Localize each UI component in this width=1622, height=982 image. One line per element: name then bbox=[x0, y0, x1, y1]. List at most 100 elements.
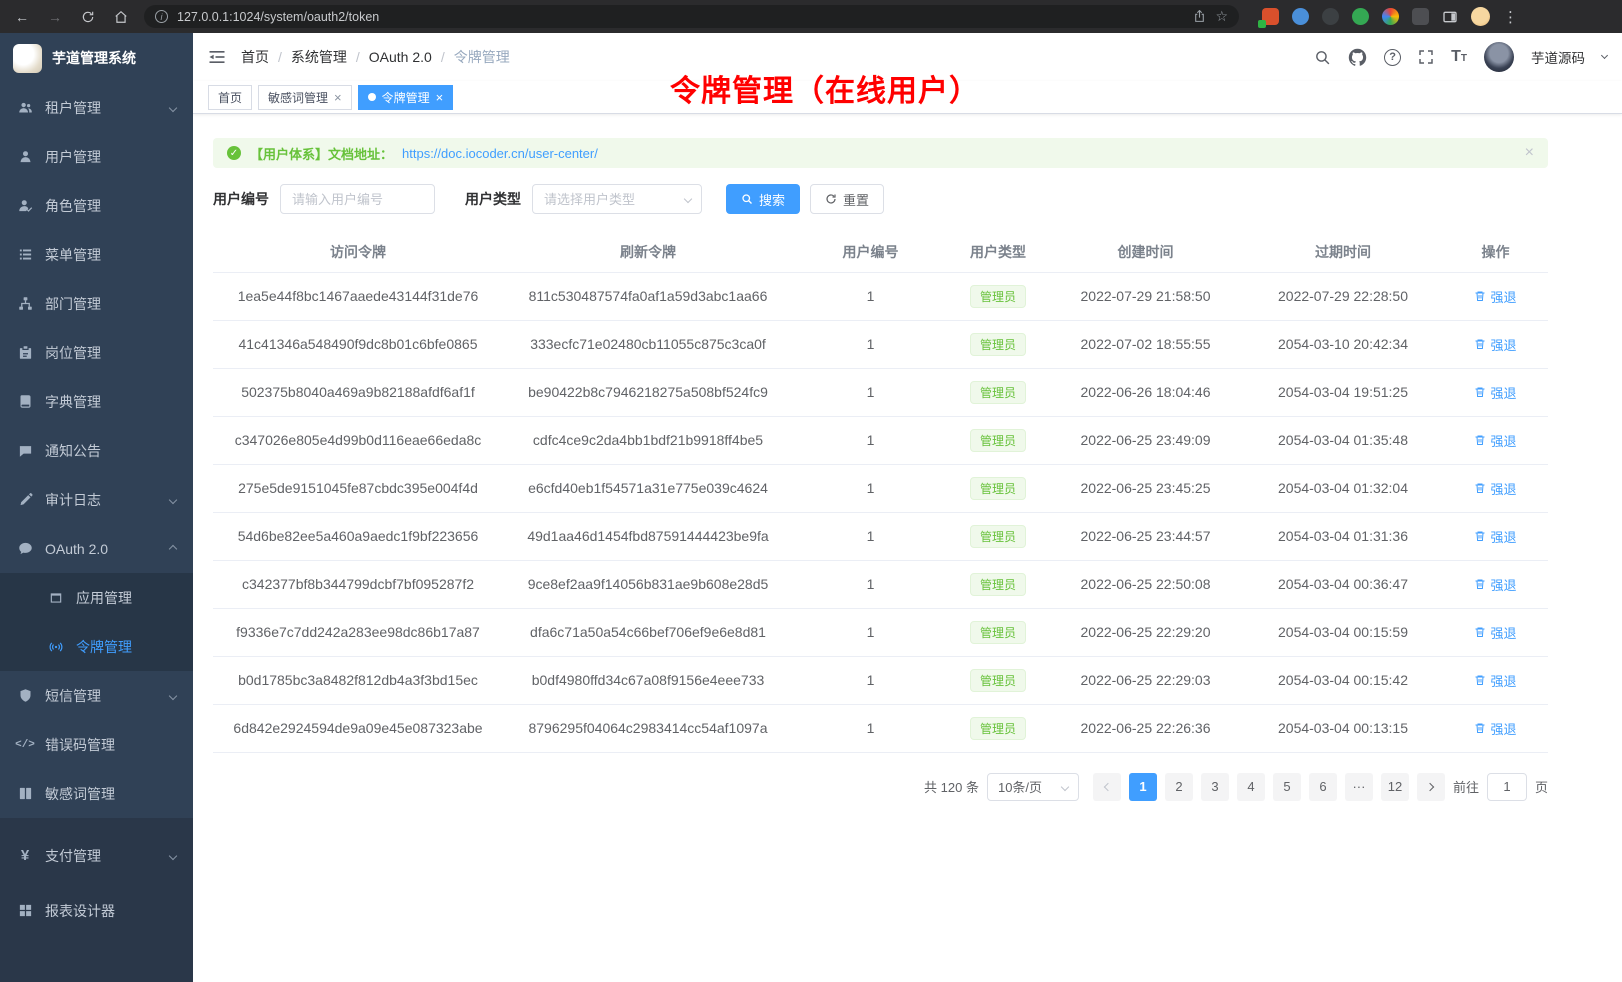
force-logout-button[interactable]: 强退 bbox=[1474, 671, 1516, 690]
action-cell: 强退 bbox=[1443, 272, 1548, 320]
expire-time-cell: 2054-03-04 01:35:48 bbox=[1243, 416, 1443, 464]
search-button-label: 搜索 bbox=[759, 190, 785, 209]
alert-close-icon[interactable]: × bbox=[1525, 145, 1534, 161]
back-icon[interactable]: ← bbox=[12, 9, 32, 25]
page-button[interactable]: 4 bbox=[1237, 773, 1265, 801]
sidebar: 芋道管理系统 租户管理 用户管理 角色管理 菜单管理 部门管理 bbox=[0, 33, 193, 982]
sidebar-item-user[interactable]: 用户管理 bbox=[0, 132, 193, 181]
user-type-select-input[interactable] bbox=[532, 184, 702, 214]
extension-icon-red[interactable] bbox=[1262, 8, 1279, 25]
breadcrumb-system[interactable]: 系统管理 bbox=[291, 47, 347, 67]
extension-icon-dark[interactable] bbox=[1322, 8, 1339, 25]
force-logout-button[interactable]: 强退 bbox=[1474, 335, 1516, 354]
side-panel-icon[interactable] bbox=[1442, 9, 1458, 25]
page-button[interactable]: 6 bbox=[1309, 773, 1337, 801]
forward-icon[interactable]: → bbox=[45, 9, 65, 25]
org-tree-icon bbox=[17, 296, 33, 311]
col-access-token: 访问令牌 bbox=[213, 232, 503, 272]
user-type-cell: 管理员 bbox=[948, 704, 1048, 752]
search-button[interactable]: 搜索 bbox=[726, 184, 800, 214]
force-logout-button[interactable]: 强退 bbox=[1474, 527, 1516, 546]
extension-icon-multicolor[interactable] bbox=[1382, 8, 1399, 25]
sidebar-item-oauth-token[interactable]: 令牌管理 bbox=[0, 622, 193, 671]
sidebar-item-oauth[interactable]: OAuth 2.0 bbox=[0, 524, 193, 573]
force-logout-button[interactable]: 强退 bbox=[1474, 623, 1516, 642]
browser-menu-icon[interactable]: ⋮ bbox=[1503, 8, 1518, 26]
sidebar-item-role[interactable]: 角色管理 bbox=[0, 181, 193, 230]
access-token-cell: 41c41346a548490f9dc8b01c6bfe0865 bbox=[213, 320, 503, 368]
user-id-input[interactable] bbox=[280, 184, 435, 214]
sidebar-item-sensitive-word[interactable]: 敏感词管理 bbox=[0, 769, 193, 818]
sidebar-item-oauth-app[interactable]: 应用管理 bbox=[0, 573, 193, 622]
extension-icon-green[interactable] bbox=[1352, 8, 1369, 25]
success-check-icon: ✓ bbox=[227, 146, 241, 160]
doc-link[interactable]: https://doc.iocoder.cn/user-center/ bbox=[402, 146, 598, 161]
page-size-value[interactable]: 10条/页 bbox=[987, 773, 1079, 801]
user-type-select[interactable] bbox=[532, 184, 702, 214]
sidebar-item-notice[interactable]: 通知公告 bbox=[0, 426, 193, 475]
site-info-icon[interactable]: i bbox=[155, 10, 168, 23]
search-icon[interactable] bbox=[1314, 49, 1331, 66]
main-area: 首页 / 系统管理 / OAuth 2.0 / 令牌管理 ? TT bbox=[193, 33, 1622, 982]
sidebar-item-dict[interactable]: 字典管理 bbox=[0, 377, 193, 426]
page-button[interactable]: 12 bbox=[1381, 773, 1409, 801]
force-logout-button[interactable]: 强退 bbox=[1474, 383, 1516, 402]
force-logout-button[interactable]: 强退 bbox=[1474, 287, 1516, 306]
user-avatar[interactable] bbox=[1484, 42, 1514, 72]
close-icon[interactable]: × bbox=[436, 91, 444, 104]
refresh-token-cell: be90422b8c7946218275a508bf524fc9 bbox=[503, 368, 793, 416]
sidebar-item-report-designer[interactable]: 报表设计器 bbox=[0, 883, 193, 938]
force-logout-button[interactable]: 强退 bbox=[1474, 719, 1516, 738]
reload-icon[interactable] bbox=[78, 10, 98, 24]
tab-sensitive-word[interactable]: 敏感词管理 × bbox=[258, 85, 352, 110]
sidebar-item-tenant[interactable]: 租户管理 bbox=[0, 83, 193, 132]
username-label[interactable]: 芋道源码 bbox=[1531, 47, 1585, 67]
sidebar-toggle-icon[interactable] bbox=[208, 48, 226, 66]
page-button[interactable]: 5 bbox=[1273, 773, 1301, 801]
force-logout-button[interactable]: 强退 bbox=[1474, 479, 1516, 498]
help-icon[interactable]: ? bbox=[1384, 49, 1401, 66]
chevron-down-icon bbox=[169, 495, 177, 503]
col-actions: 操作 bbox=[1443, 232, 1548, 272]
expire-time-cell: 2054-03-04 00:15:42 bbox=[1243, 656, 1443, 704]
extension-icon-gray[interactable] bbox=[1412, 8, 1429, 25]
page-button[interactable]: 3 bbox=[1201, 773, 1229, 801]
action-cell: 强退 bbox=[1443, 464, 1548, 512]
fullscreen-icon[interactable] bbox=[1418, 49, 1434, 65]
close-icon[interactable]: × bbox=[334, 91, 342, 104]
page-button[interactable]: 2 bbox=[1165, 773, 1193, 801]
sidebar-item-post[interactable]: 岗位管理 bbox=[0, 328, 193, 377]
sidebar-item-dept[interactable]: 部门管理 bbox=[0, 279, 193, 328]
sidebar-item-errorcode[interactable]: </> 错误码管理 bbox=[0, 720, 193, 769]
prev-page-button[interactable] bbox=[1093, 773, 1121, 801]
sidebar-item-menu[interactable]: 菜单管理 bbox=[0, 230, 193, 279]
tab-token[interactable]: 令牌管理 × bbox=[358, 85, 454, 110]
browser-profile-avatar[interactable] bbox=[1471, 7, 1490, 26]
extension-icon-blue[interactable] bbox=[1292, 8, 1309, 25]
force-logout-button[interactable]: 强退 bbox=[1474, 431, 1516, 450]
goto-page-input[interactable] bbox=[1487, 773, 1527, 801]
page-button[interactable]: 1 bbox=[1129, 773, 1157, 801]
font-size-icon[interactable]: TT bbox=[1451, 48, 1467, 66]
caret-down-icon[interactable] bbox=[1601, 51, 1608, 58]
app-logo: 芋道管理系统 bbox=[0, 33, 193, 83]
next-page-button[interactable] bbox=[1417, 773, 1445, 801]
more-pages-button[interactable]: ··· bbox=[1345, 773, 1373, 801]
share-icon[interactable] bbox=[1193, 10, 1206, 23]
address-bar[interactable]: i 127.0.0.1:1024/system/oauth2/token ☆ bbox=[144, 5, 1239, 28]
access-token-cell: 54d6be82ee5a460a9aedc1f9bf223656 bbox=[213, 512, 503, 560]
tab-home[interactable]: 首页 bbox=[208, 85, 252, 110]
reset-button[interactable]: 重置 bbox=[810, 184, 884, 214]
sidebar-item-pay[interactable]: ¥ 支付管理 bbox=[0, 828, 193, 883]
sidebar-item-sms[interactable]: 短信管理 bbox=[0, 671, 193, 720]
users-icon bbox=[17, 100, 33, 115]
force-logout-button[interactable]: 强退 bbox=[1474, 575, 1516, 594]
refresh-token-cell: cdfc4ce9c2da4bb1bdf21b9918ff4be5 bbox=[503, 416, 793, 464]
sidebar-item-audit[interactable]: 审计日志 bbox=[0, 475, 193, 524]
bookmark-star-icon[interactable]: ☆ bbox=[1215, 8, 1228, 25]
github-icon[interactable] bbox=[1348, 48, 1367, 67]
home-icon[interactable] bbox=[111, 10, 131, 24]
breadcrumb-oauth[interactable]: OAuth 2.0 bbox=[369, 49, 432, 65]
page-size-select[interactable]: 10条/页 bbox=[987, 773, 1079, 801]
breadcrumb-home[interactable]: 首页 bbox=[241, 47, 269, 67]
